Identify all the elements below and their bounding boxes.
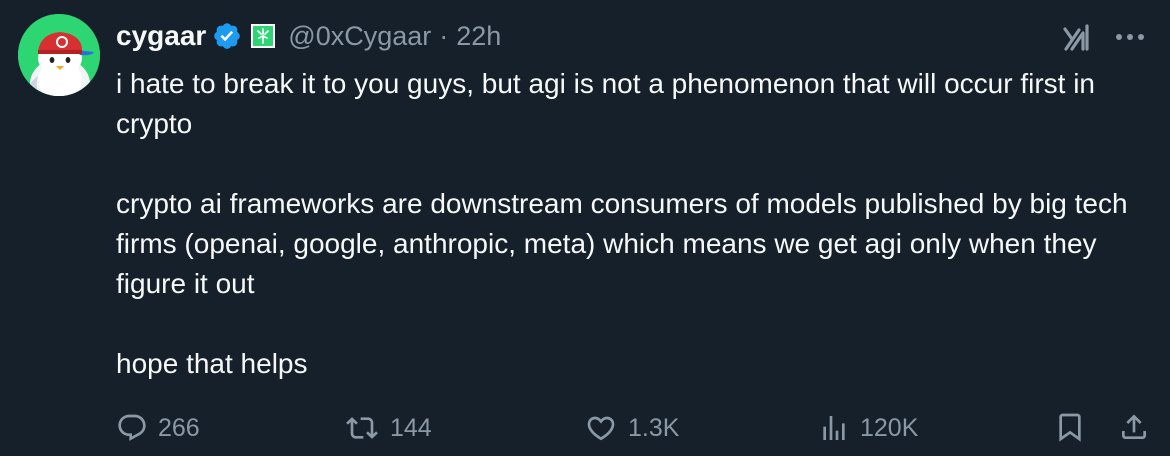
tweet-paragraph: i hate to break it to you guys, but agi …	[116, 68, 1095, 139]
repost-icon	[346, 417, 378, 439]
tweet-paragraph: hope that helps	[116, 348, 308, 379]
tweet-text: i hate to break it to you guys, but agi …	[116, 64, 1146, 384]
avatar-penguin-icon	[18, 14, 100, 96]
handle[interactable]: @0xCygaar	[288, 21, 431, 52]
views-button[interactable]: 120K	[818, 406, 918, 450]
separator-dot: ·	[439, 20, 449, 51]
repost-button[interactable]: 144	[344, 406, 432, 450]
views-icon	[823, 416, 845, 440]
display-name[interactable]: cygaar	[116, 20, 206, 52]
share-button[interactable]	[1118, 410, 1150, 449]
views-count: 120K	[860, 413, 919, 442]
reply-count: 266	[158, 413, 200, 442]
bookmark-button[interactable]	[1054, 410, 1086, 449]
like-button[interactable]: 1.3K	[584, 406, 679, 450]
more-options-icon[interactable]	[1114, 30, 1146, 42]
like-count: 1.3K	[628, 413, 680, 442]
tweet-paragraph: crypto ai frameworks are downstream cons…	[116, 188, 1128, 299]
grok-icon[interactable]	[1062, 22, 1098, 52]
share-icon	[1122, 414, 1146, 439]
affiliation-badge-icon[interactable]	[250, 23, 276, 49]
heart-icon	[587, 416, 615, 441]
reply-button[interactable]: 266	[116, 406, 200, 450]
reply-icon	[118, 414, 146, 441]
avatar[interactable]	[18, 14, 100, 96]
action-bar: 266 144 1.3K 120K	[0, 406, 1170, 450]
tweet-card: cygaar @0xCygaar · 22h i hate to break i…	[0, 0, 1170, 456]
bookmark-icon	[1059, 413, 1081, 442]
timestamp[interactable]: 22h	[456, 21, 501, 52]
tweet-header: cygaar @0xCygaar · 22h	[116, 16, 501, 56]
repost-count: 144	[390, 413, 432, 442]
verified-badge-icon[interactable]	[212, 21, 242, 51]
